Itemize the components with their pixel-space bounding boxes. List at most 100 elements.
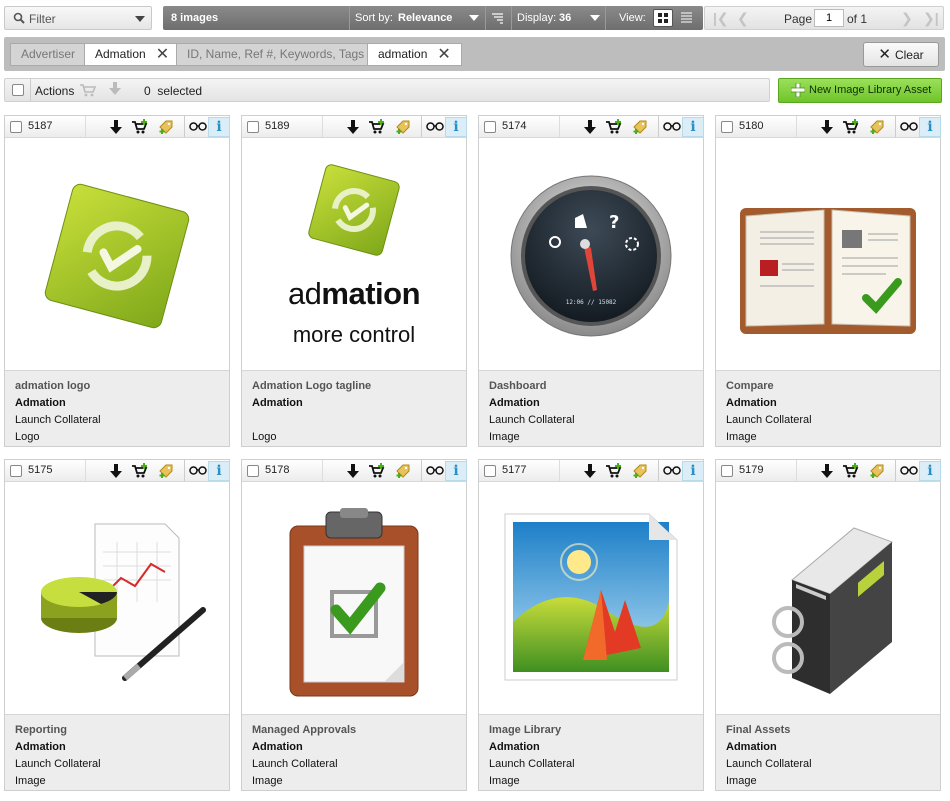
page-total: of 1	[847, 12, 868, 26]
download-icon[interactable]	[819, 463, 835, 479]
asset-title: Final Assets	[726, 724, 791, 736]
preview-glasses-icon[interactable]	[189, 121, 207, 131]
add-to-cart-icon[interactable]	[79, 83, 97, 97]
info-button[interactable]: i	[208, 461, 230, 481]
filter-dropdown[interactable]: Filter	[4, 6, 152, 30]
next-page-icon[interactable]: ❯	[901, 10, 913, 27]
preview-glasses-icon[interactable]	[426, 465, 444, 475]
preview-glasses-icon[interactable]	[663, 465, 681, 475]
download-icon[interactable]	[108, 119, 124, 135]
asset-thumbnail[interactable]	[242, 482, 466, 714]
card-checkbox[interactable]	[247, 465, 259, 477]
card-checkbox[interactable]	[721, 465, 733, 477]
card-header: 5174 i	[479, 116, 704, 138]
download-icon[interactable]	[109, 82, 121, 97]
card-checkbox[interactable]	[484, 465, 496, 477]
asset-thumbnail[interactable]: ? 12:06 // 15082	[479, 138, 703, 370]
asset-card[interactable]: 5177 i Image Library Admation Launch Col…	[478, 459, 704, 791]
info-button[interactable]: i	[445, 461, 467, 481]
last-page-icon[interactable]: ❯|	[923, 10, 939, 27]
sort-dropdown[interactable]: Sort by: Relevance	[349, 6, 485, 30]
add-tag-icon[interactable]	[869, 463, 885, 479]
card-checkbox[interactable]	[721, 121, 733, 133]
preview-glasses-icon[interactable]	[900, 465, 918, 475]
add-tag-icon[interactable]	[395, 463, 411, 479]
asset-thumbnail[interactable]: admation more control	[242, 138, 466, 370]
card-checkbox[interactable]	[10, 121, 22, 133]
first-page-icon[interactable]: |❮	[713, 10, 729, 27]
page-input[interactable]	[814, 9, 844, 27]
info-button[interactable]: i	[919, 461, 941, 481]
actions-menu[interactable]: Actions	[35, 84, 74, 98]
add-to-cart-icon[interactable]	[132, 119, 148, 135]
chevron-down-icon	[469, 15, 479, 21]
add-to-cart-icon[interactable]	[606, 119, 622, 135]
display-count-dropdown[interactable]: Display: 36	[511, 6, 605, 30]
add-tag-icon[interactable]	[395, 119, 411, 135]
add-tag-icon[interactable]	[632, 119, 648, 135]
add-tag-icon[interactable]	[869, 119, 885, 135]
add-tag-icon[interactable]	[158, 463, 174, 479]
add-to-cart-icon[interactable]	[843, 119, 859, 135]
asset-title: Admation Logo tagline	[252, 380, 372, 392]
info-button[interactable]: i	[682, 117, 704, 137]
asset-card[interactable]: 5187 i admation logo Admation Launch Col…	[4, 115, 230, 447]
info-button[interactable]: i	[682, 461, 704, 481]
sort-direction-button[interactable]	[485, 6, 511, 30]
asset-thumbnail[interactable]	[716, 138, 940, 370]
asset-card[interactable]: 5175 i Reporting Admation Launch Collate…	[4, 459, 230, 791]
asset-thumbnail[interactable]	[5, 138, 229, 370]
select-all-checkbox[interactable]	[12, 84, 24, 96]
add-to-cart-icon[interactable]	[132, 463, 148, 479]
asset-meta: Compare Admation Launch Collateral Image	[716, 370, 940, 446]
asset-thumbnail[interactable]	[5, 482, 229, 714]
asset-thumbnail[interactable]	[716, 482, 940, 714]
chevron-down-icon	[135, 16, 145, 22]
asset-card[interactable]: 5189 i admation more control Admation Lo…	[241, 115, 467, 447]
close-icon[interactable]: ✕	[156, 44, 169, 65]
download-icon[interactable]	[582, 463, 598, 479]
info-button[interactable]: i	[208, 117, 230, 137]
download-icon[interactable]	[345, 463, 361, 479]
plus-icon	[791, 83, 805, 97]
card-checkbox[interactable]	[484, 121, 496, 133]
asset-card[interactable]: 5180 i Compare Admation Launch Collatera…	[715, 115, 941, 447]
add-to-cart-icon[interactable]	[843, 463, 859, 479]
advertiser-filter-key: Advertiser	[10, 43, 87, 66]
add-to-cart-icon[interactable]	[606, 463, 622, 479]
close-icon[interactable]: ✕	[437, 44, 450, 65]
grid-view-button[interactable]	[653, 9, 673, 27]
add-tag-icon[interactable]	[632, 463, 648, 479]
info-button[interactable]: i	[445, 117, 467, 137]
display-value: 36	[559, 12, 572, 24]
svg-text:?: ?	[609, 212, 619, 233]
asset-advertiser: Admation	[726, 741, 777, 753]
card-tools: i	[559, 460, 704, 481]
preview-glasses-icon[interactable]	[426, 121, 444, 131]
download-icon[interactable]	[582, 119, 598, 135]
download-icon[interactable]	[345, 119, 361, 135]
add-to-cart-icon[interactable]	[369, 463, 385, 479]
asset-type: Logo	[252, 431, 277, 443]
asset-card[interactable]: 5179 i Final Assets Admation Launch Coll…	[715, 459, 941, 791]
asset-card[interactable]: 5178 i Managed Approvals Admation Launch…	[241, 459, 467, 791]
list-view-button[interactable]	[677, 9, 697, 27]
preview-glasses-icon[interactable]	[189, 465, 207, 475]
download-icon[interactable]	[108, 463, 124, 479]
info-button[interactable]: i	[919, 117, 941, 137]
preview-glasses-icon[interactable]	[900, 121, 918, 131]
add-tag-icon[interactable]	[158, 119, 174, 135]
preview-glasses-icon[interactable]	[663, 121, 681, 131]
asset-campaign: Launch Collateral	[252, 758, 338, 770]
asset-thumbnail[interactable]	[479, 482, 703, 714]
new-image-library-asset-button[interactable]: New Image Library Asset	[778, 78, 942, 103]
prev-page-icon[interactable]: ❮	[737, 10, 749, 27]
asset-card[interactable]: 5174 i ? 12:06 // 15082 Dashboard Admati…	[478, 115, 704, 447]
clear-filters-button[interactable]: ✕ Clear	[863, 42, 939, 67]
download-icon[interactable]	[819, 119, 835, 135]
card-checkbox[interactable]	[10, 465, 22, 477]
sort-prefix: Sort by:	[355, 12, 393, 24]
add-to-cart-icon[interactable]	[369, 119, 385, 135]
card-header: 5179 i	[716, 460, 941, 482]
card-checkbox[interactable]	[247, 121, 259, 133]
